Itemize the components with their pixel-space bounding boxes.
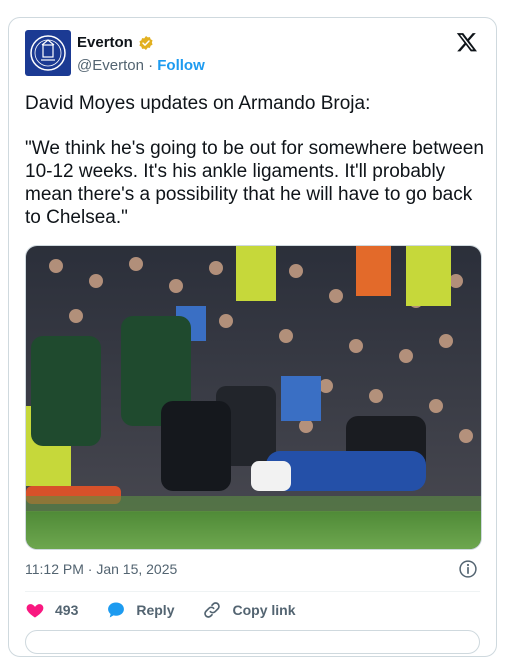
copy-link-button[interactable]: Copy link bbox=[202, 600, 296, 620]
author-handle[interactable]: @Everton bbox=[77, 57, 144, 74]
heart-icon bbox=[26, 604, 44, 618]
verified-badge-icon bbox=[139, 35, 153, 50]
follow-button[interactable]: Follow bbox=[157, 57, 205, 74]
photo-illustration bbox=[26, 246, 481, 549]
everton-crest-icon bbox=[30, 35, 66, 71]
tweet-text: David Moyes updates on Armando Broja: "W… bbox=[25, 92, 490, 251]
copy-link-label: Copy link bbox=[232, 602, 296, 618]
reply-label: Reply bbox=[136, 602, 175, 618]
tweet-quote: "We think he's going to be out for somew… bbox=[25, 138, 484, 228]
author-handle-row: @Everton · Follow bbox=[77, 57, 205, 74]
tweet-paragraph: David Moyes updates on Armando Broja: bbox=[25, 93, 371, 114]
avatar[interactable] bbox=[25, 30, 71, 76]
link-icon bbox=[204, 602, 221, 618]
reply-bubble-icon bbox=[108, 602, 125, 618]
tweet-card[interactable]: Everton @Everton · Follow David Moyes up… bbox=[8, 17, 497, 657]
like-button[interactable]: 493 bbox=[25, 600, 78, 620]
info-icon[interactable] bbox=[458, 559, 478, 579]
author-name[interactable]: Everton bbox=[77, 34, 133, 51]
separator-dot: · bbox=[148, 57, 154, 74]
divider bbox=[25, 591, 480, 592]
x-logo-icon[interactable] bbox=[456, 31, 478, 53]
read-replies-bar[interactable] bbox=[25, 630, 480, 654]
match-injury-photo[interactable] bbox=[25, 245, 482, 550]
likes-count: 493 bbox=[55, 602, 79, 618]
reply-button[interactable]: Reply bbox=[106, 600, 174, 620]
action-bar: 493 Reply Copy link bbox=[25, 600, 296, 620]
tweet-timestamp[interactable]: 11:12 PM · Jan 15, 2025 bbox=[25, 561, 177, 577]
